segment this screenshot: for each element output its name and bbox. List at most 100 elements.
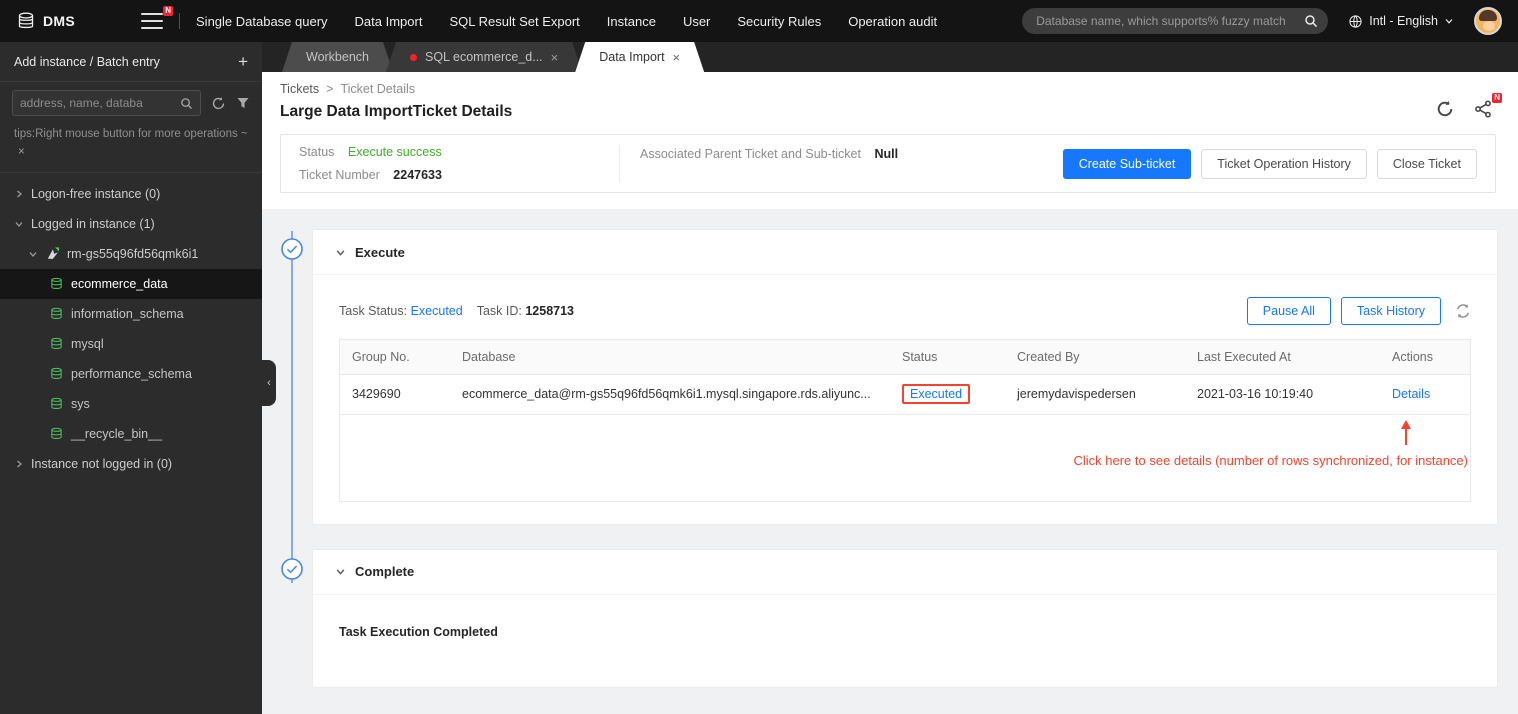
- refresh-instances-button[interactable]: [211, 96, 226, 111]
- status-label: Status: [299, 145, 335, 159]
- associated-ticket-value: Null: [874, 147, 899, 161]
- instance-name-label: rm-gs55q96fd56qmk6i1: [67, 246, 199, 261]
- database-stack-icon: [16, 11, 36, 31]
- top-navigation: Single Database query Data Import SQL Re…: [196, 14, 937, 29]
- col-group-no: Group No.: [340, 340, 450, 375]
- complete-card: Complete Task Execution Completed: [312, 548, 1498, 688]
- col-actions: Actions: [1380, 340, 1470, 375]
- ticket-header: Tickets > Ticket Details Large Data Impo…: [262, 72, 1518, 209]
- database-icon: [50, 427, 63, 440]
- breadcrumb-tickets-link[interactable]: Tickets: [280, 82, 319, 96]
- sidebar-collapse-handle[interactable]: ‹: [262, 360, 276, 406]
- complete-section: Complete Task Execution Completed: [272, 548, 1498, 688]
- ticket-number-label: Ticket Number: [299, 168, 380, 182]
- sidebar-tips: tips:Right mouse button for more operati…: [0, 122, 262, 173]
- complete-card-header[interactable]: Complete: [313, 550, 1497, 595]
- task-id-label: Task ID:: [476, 304, 522, 318]
- close-icon[interactable]: ×: [18, 146, 25, 158]
- refresh-tasks-icon[interactable]: [1455, 303, 1471, 319]
- database-name-label: __recycle_bin__: [71, 426, 163, 441]
- share-button[interactable]: N: [1474, 93, 1502, 118]
- col-database: Database: [450, 340, 890, 375]
- main-menu-button[interactable]: N: [141, 6, 174, 29]
- nav-data-import[interactable]: Data Import: [355, 14, 423, 29]
- tree-group-not-logged-in[interactable]: Instance not logged in (0): [0, 449, 262, 479]
- add-instance-button[interactable]: +: [238, 53, 248, 70]
- db-item-recycle-bin[interactable]: __recycle_bin__: [0, 419, 262, 449]
- chevron-down-icon: [1444, 16, 1454, 26]
- execute-card-header[interactable]: Execute: [313, 230, 1497, 275]
- close-ticket-button[interactable]: Close Ticket: [1376, 148, 1477, 179]
- global-search-input[interactable]: [1036, 14, 1305, 28]
- execute-section: Execute Task Status: Executed Task ID: 1…: [272, 229, 1498, 525]
- close-icon[interactable]: ×: [551, 50, 559, 65]
- col-created-by: Created By: [1005, 340, 1185, 375]
- add-instance-label: Add instance / Batch entry: [14, 54, 160, 69]
- dms-logo[interactable]: DMS: [16, 11, 75, 31]
- col-last-executed-at: Last Executed At: [1185, 340, 1380, 375]
- nav-single-database-query[interactable]: Single Database query: [196, 14, 328, 29]
- ticket-summary-card: Status Execute success Ticket Number 224…: [280, 134, 1496, 193]
- annotation-text: Click here to see details (number of row…: [1073, 452, 1468, 468]
- ticket-operation-history-button[interactable]: Ticket Operation History: [1201, 148, 1367, 179]
- tab-workbench[interactable]: Workbench: [282, 42, 393, 72]
- language-label: Intl - English: [1369, 14, 1438, 28]
- database-name-label: sys: [71, 396, 90, 411]
- cell-group-no: 3429690: [340, 374, 450, 415]
- user-avatar[interactable]: [1474, 7, 1502, 35]
- task-table: Group No. Database Status Created By Las…: [339, 339, 1471, 502]
- database-name-label: ecommerce_data: [71, 276, 168, 291]
- task-history-button[interactable]: Task History: [1340, 297, 1441, 325]
- close-icon[interactable]: ×: [673, 50, 681, 65]
- chevron-left-icon: ‹: [267, 377, 271, 389]
- nav-security-rules[interactable]: Security Rules: [737, 14, 821, 29]
- tree-group-label: Logged in instance (1): [31, 216, 155, 231]
- step-check-icon: [280, 557, 304, 581]
- database-name-label: mysql: [71, 336, 104, 351]
- tab-label: Workbench: [306, 50, 369, 64]
- table-row: 3429690 ecommerce_data@rm-gs55q96fd56qmk…: [340, 374, 1470, 415]
- menu-new-badge: N: [163, 6, 174, 16]
- instance-icon: [45, 246, 60, 261]
- task-id-value: 1258713: [525, 304, 575, 318]
- refresh-page-button[interactable]: [1436, 100, 1454, 118]
- chevron-right-icon: [17, 190, 22, 198]
- nav-operation-audit[interactable]: Operation audit: [848, 14, 937, 29]
- tree-group-logon-free[interactable]: Logon-free instance (0): [0, 179, 262, 209]
- cell-created-by: jeremydavispedersen: [1005, 374, 1185, 415]
- tab-sql-ecommerce[interactable]: SQL ecommerce_d... ×: [386, 42, 582, 72]
- sidebar-search-input[interactable]: [20, 96, 180, 110]
- tab-data-import[interactable]: Data Import ×: [575, 42, 704, 72]
- tips-text: tips:Right mouse button for more operati…: [14, 128, 248, 140]
- chevron-down-icon: [15, 221, 23, 227]
- database-icon: [50, 277, 63, 290]
- db-item-sys[interactable]: sys: [0, 389, 262, 419]
- pause-all-button[interactable]: Pause All: [1246, 297, 1331, 325]
- nav-sql-result-set-export[interactable]: SQL Result Set Export: [449, 14, 579, 29]
- cell-last-executed-at: 2021-03-16 10:19:40: [1185, 374, 1380, 415]
- ticket-steps: Execute Task Status: Executed Task ID: 1…: [262, 209, 1518, 714]
- tree-instance-rm-gs55q96fd56qmk6i1[interactable]: rm-gs55q96fd56qmk6i1: [0, 239, 262, 269]
- language-switcher[interactable]: Intl - English: [1348, 14, 1454, 29]
- nav-user[interactable]: User: [683, 14, 710, 29]
- unsaved-indicator-dot: [410, 54, 417, 61]
- execute-title: Execute: [355, 244, 405, 260]
- details-link[interactable]: Details: [1392, 387, 1430, 401]
- search-icon: [180, 97, 193, 110]
- tree-group-label: Instance not logged in (0): [31, 456, 173, 471]
- filter-icon[interactable]: [236, 96, 250, 110]
- nav-instance[interactable]: Instance: [607, 14, 656, 29]
- db-item-performance-schema[interactable]: performance_schema: [0, 359, 262, 389]
- db-item-mysql[interactable]: mysql: [0, 329, 262, 359]
- db-item-information-schema[interactable]: information_schema: [0, 299, 262, 329]
- complete-title: Complete: [355, 564, 415, 579]
- breadcrumb-current: Ticket Details: [340, 82, 415, 96]
- tree-group-logged-in[interactable]: Logged in instance (1): [0, 209, 262, 239]
- search-icon[interactable]: [1304, 14, 1318, 28]
- summary-divider: [619, 145, 620, 182]
- tab-label: Data Import: [599, 50, 665, 64]
- db-item-ecommerce-data[interactable]: ecommerce_data: [0, 268, 262, 299]
- tab-strip: Workbench SQL ecommerce_d... × Data Impo…: [262, 42, 1518, 72]
- create-sub-ticket-button[interactable]: Create Sub-ticket: [1062, 148, 1192, 179]
- cell-database: ecommerce_data@rm-gs55q96fd56qmk6i1.mysq…: [450, 374, 890, 415]
